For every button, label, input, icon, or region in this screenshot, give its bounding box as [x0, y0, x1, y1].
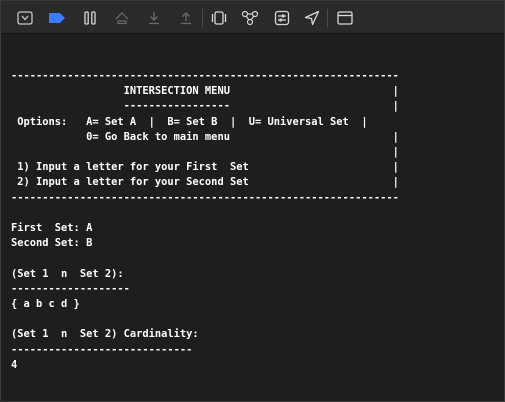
console-line: Options: A= Set A | B= Set B | U= Univer… — [11, 115, 368, 128]
console-line: Second Set: B — [11, 237, 93, 250]
toolbar-separator — [327, 9, 328, 27]
console-line: { a b c d } — [11, 298, 80, 311]
console-line: 4 — [11, 358, 18, 371]
console-line: ----------------------------------------… — [11, 70, 399, 82]
simulate-location-icon[interactable] — [302, 8, 322, 28]
console-line: 0= Go Back to main menu | — [11, 130, 399, 143]
environment-overrides-icon[interactable] — [272, 8, 292, 28]
console-line: INTERSECTION MENU | — [11, 85, 399, 98]
debug-toolbar — [1, 1, 504, 34]
debug-console-window: ----------------------------------------… — [0, 0, 505, 402]
console-line: ----------------- | — [11, 100, 399, 113]
console-line: | — [11, 146, 399, 159]
console-line: ----------------------------------------… — [11, 191, 399, 204]
memory-graph-icon[interactable] — [240, 8, 260, 28]
console-line: (Set 1 n Set 2) Cardinality: — [11, 328, 199, 341]
console-line: 2) Input a letter for your Second Set | — [11, 176, 399, 189]
console-layout-icon[interactable] — [335, 8, 355, 28]
breakpoints-toggle-icon[interactable] — [47, 8, 67, 28]
step-out-icon[interactable] — [176, 8, 196, 28]
pause-icon[interactable] — [80, 8, 100, 28]
console-line: ----------------------------- — [11, 343, 193, 356]
console-line: First Set: A — [11, 222, 93, 235]
view-debugger-icon[interactable] — [209, 8, 229, 28]
console-line: ------------------- — [11, 282, 130, 295]
console-line: (Set 1 n Set 2): — [11, 267, 124, 280]
toolbar-separator — [202, 9, 203, 27]
step-over-icon[interactable] — [112, 8, 132, 28]
step-into-icon[interactable] — [144, 8, 164, 28]
console-line: 1) Input a letter for your First Set | — [11, 161, 399, 174]
console-output-text: ----------------------------------------… — [11, 69, 399, 373]
hide-debug-area-icon[interactable] — [15, 8, 35, 28]
console-output-area[interactable]: ----------------------------------------… — [1, 34, 504, 401]
